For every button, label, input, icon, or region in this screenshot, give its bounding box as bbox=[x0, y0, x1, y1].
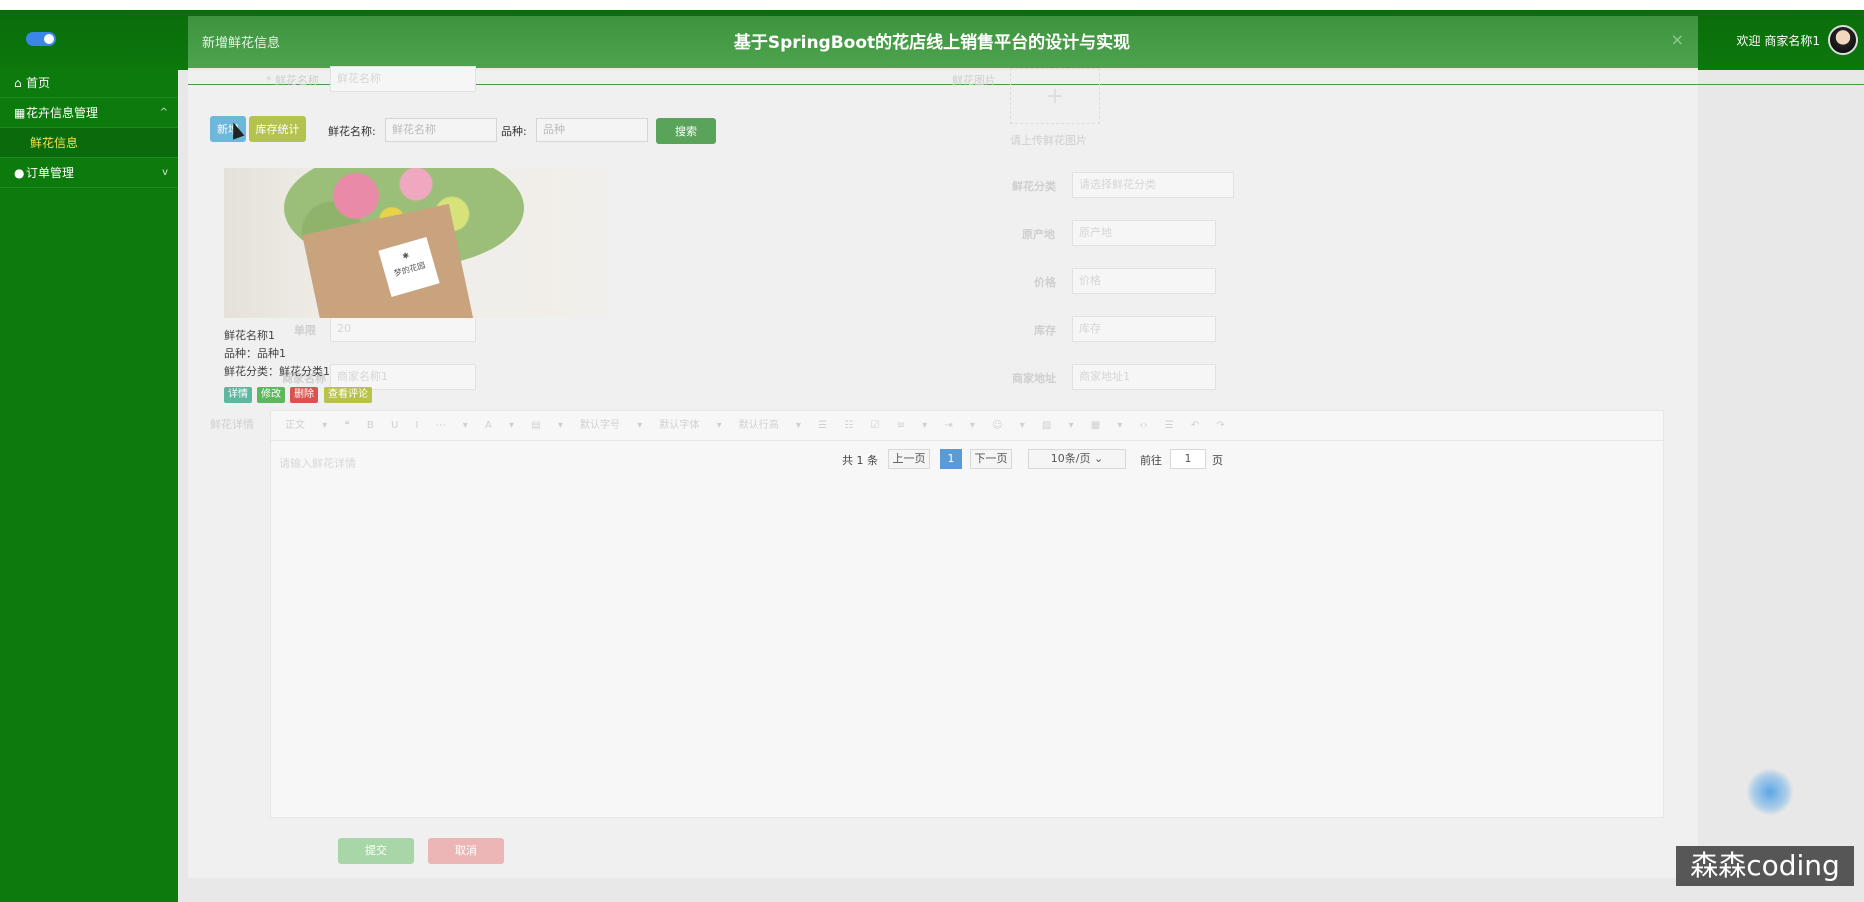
page-title: 基于SpringBoot的花店线上销售平台的设计与实现 bbox=[733, 33, 1131, 53]
circle-icon: ● bbox=[14, 166, 25, 180]
search-variety-input[interactable]: 品种 bbox=[536, 118, 648, 142]
floating-ball bbox=[1746, 768, 1794, 816]
chevron-up-icon: ^ bbox=[159, 107, 168, 118]
search-variety-label: 品种: bbox=[501, 125, 527, 138]
form-label-price: 价格 bbox=[1034, 276, 1056, 289]
submit-button[interactable]: 提交 bbox=[338, 838, 414, 864]
item-category: 鲜花分类：鲜花分类1 bbox=[224, 365, 330, 378]
flower-image[interactable]: ✱ 梦的花园 bbox=[224, 168, 606, 318]
form-label-name: * 鲜花名称 bbox=[266, 74, 319, 87]
delete-button[interactable]: 删除 bbox=[290, 387, 318, 403]
form-input-name[interactable]: 鲜花名称 bbox=[330, 66, 476, 92]
form-input-limit[interactable]: 20 bbox=[330, 316, 476, 342]
goto-page-input[interactable]: 1 bbox=[1170, 449, 1206, 469]
sidebar-item-label: 花卉信息管理 bbox=[26, 106, 99, 120]
sidebar-item-label: 首页 bbox=[26, 76, 51, 90]
goto-label: 前往 bbox=[1140, 454, 1162, 467]
search-name-input[interactable]: 鲜花名称 bbox=[385, 118, 497, 142]
sidebar-item-flower-info[interactable]: 鲜花信息 bbox=[0, 128, 178, 158]
chevron-down-icon: v bbox=[162, 167, 168, 178]
watermark: 森森coding bbox=[1676, 846, 1854, 886]
stock-stats-button[interactable]: 库存统计 bbox=[249, 116, 306, 142]
goto-suffix: 页 bbox=[1212, 454, 1223, 467]
rich-text-editor[interactable]: 正文 ▾ ❝ B U I ⋯ ▾ A ▾ ▤ ▾ 默认字号 ▾ 默认字体 ▾ 默… bbox=[270, 410, 1664, 818]
item-name: 鲜花名称1 bbox=[224, 329, 275, 342]
home-icon: ⌂ bbox=[14, 76, 22, 90]
search-button[interactable]: 搜索 bbox=[656, 118, 716, 144]
sidebar: ⌂ 首页 ▦花卉信息管理 ^ 鲜花信息 ● 订单管理 v bbox=[0, 68, 178, 902]
form-select-category[interactable]: 请选择鲜花分类 bbox=[1072, 172, 1234, 198]
edit-button[interactable]: 修改 bbox=[257, 387, 285, 403]
sidebar-item-orders[interactable]: ● 订单管理 v bbox=[0, 158, 178, 188]
form-label-limit: 单限 bbox=[294, 324, 316, 337]
sidebar-item-flower-management[interactable]: ▦花卉信息管理 ^ bbox=[0, 98, 178, 128]
search-name-label: 鲜花名称: bbox=[328, 125, 376, 138]
card-text: 梦的花园 bbox=[393, 260, 427, 279]
form-input-origin[interactable]: 原产地 bbox=[1072, 220, 1216, 246]
chevron-down-icon: ⌄ bbox=[1093, 452, 1104, 465]
upload-plus-icon[interactable]: + bbox=[1010, 68, 1100, 124]
page-size-value: 10条/页 bbox=[1050, 452, 1091, 465]
page-size-select[interactable]: 10条/页 ⌄ bbox=[1028, 449, 1126, 469]
editor-toolbar[interactable]: 正文 ▾ ❝ B U I ⋯ ▾ A ▾ ▤ ▾ 默认字号 ▾ 默认字体 ▾ 默… bbox=[271, 411, 1663, 441]
item-variety: 品种：品种1 bbox=[224, 347, 286, 360]
top-strip bbox=[0, 0, 1864, 10]
form-label-category: 鲜花分类 bbox=[1012, 180, 1056, 193]
page-1-button[interactable]: 1 bbox=[940, 449, 962, 469]
cancel-button[interactable]: 取消 bbox=[428, 838, 504, 864]
form-label-origin: 原产地 bbox=[1022, 228, 1055, 241]
form-input-price[interactable]: 价格 bbox=[1072, 268, 1216, 294]
sidebar-item-home[interactable]: ⌂ 首页 bbox=[0, 68, 178, 98]
form-label-merchant-addr: 商家地址 bbox=[1012, 372, 1056, 385]
grid-icon: ▦ bbox=[14, 106, 26, 120]
form-input-stock[interactable]: 库存 bbox=[1072, 316, 1216, 342]
form-input-merchant-addr[interactable]: 商家地址1 bbox=[1072, 364, 1216, 390]
pagination-total: 共 1 条 bbox=[842, 454, 878, 467]
editor-placeholder: 请输入鲜花详情 bbox=[279, 457, 356, 470]
detail-button[interactable]: 详情 bbox=[224, 387, 252, 403]
next-page-button[interactable]: 下一页 bbox=[970, 449, 1012, 469]
view-comments-button[interactable]: 查看评论 bbox=[324, 387, 372, 403]
prev-page-button[interactable]: 上一页 bbox=[888, 449, 930, 469]
form-label-image: 鲜花图片 bbox=[952, 74, 996, 87]
sidebar-item-label: 订单管理 bbox=[26, 166, 75, 180]
form-label-stock: 库存 bbox=[1034, 324, 1056, 337]
form-label-detail: 鲜花详情 bbox=[210, 418, 254, 431]
upload-hint: 请上传鲜花图片 bbox=[1010, 134, 1087, 147]
